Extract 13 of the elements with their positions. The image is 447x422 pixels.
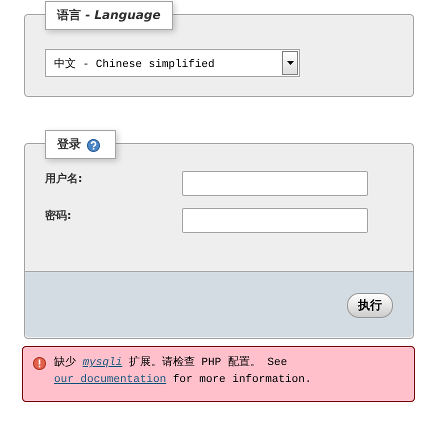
mysqli-link[interactable]: mysqli [82,357,122,369]
submit-button[interactable]: 执行 [347,293,393,318]
dropdown-arrow-icon [286,61,294,65]
documentation-link[interactable]: our documentation [54,374,166,386]
field-label: 密码: [45,208,72,223]
input-field[interactable] [182,208,368,233]
fieldset-legend: 语言 - Language [45,1,173,30]
error-message: 缺少 mysqli 扩展。请检查 PHP 配置。 See our documentation for more information. [54,355,312,388]
field-label: 用户名: [45,171,84,186]
fieldset-legend-label: 登录 [45,130,116,159]
input-field[interactable] [182,171,368,196]
error-icon [33,357,46,370]
language-dropdown[interactable]: 中文 - Chinese simplified [45,49,300,77]
